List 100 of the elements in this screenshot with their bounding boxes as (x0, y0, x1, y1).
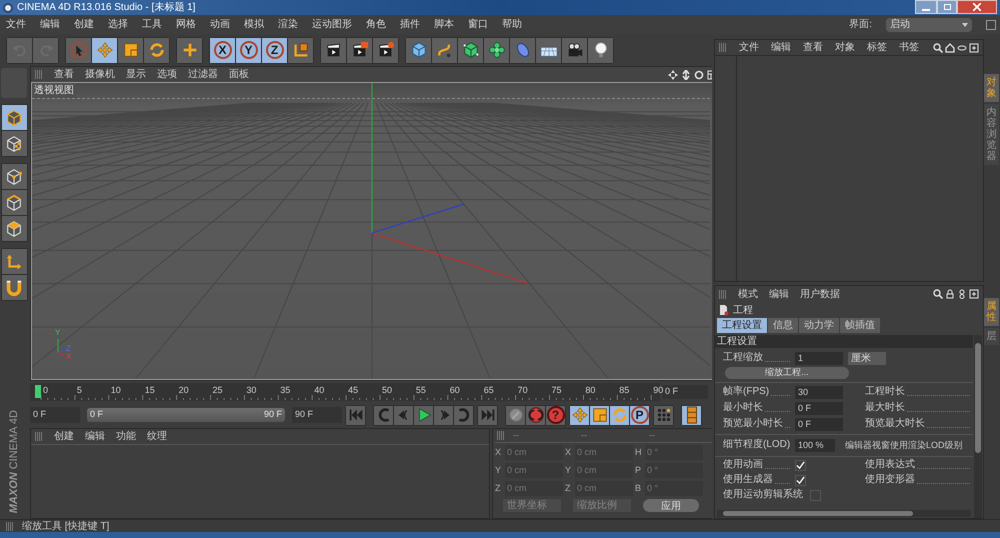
tab[interactable]: 帧插值 (840, 318, 880, 333)
checkbox[interactable] (795, 460, 806, 470)
grip-handle[interactable] (719, 43, 727, 52)
field-label: 使用表达式 (865, 458, 915, 472)
tool-button[interactable] (590, 406, 609, 424)
range-slider[interactable]: 0 F 90 F (87, 408, 285, 422)
tool-button[interactable] (373, 38, 398, 62)
menu-item[interactable]: 编辑 (40, 17, 60, 32)
lock-icon[interactable] (945, 289, 955, 299)
maximize-button[interactable] (937, 0, 957, 14)
checkbox[interactable] (795, 474, 806, 486)
tool-button[interactable]: X (210, 38, 235, 62)
menu-item[interactable]: 对象 (835, 40, 855, 55)
menu-item[interactable]: 文件 (6, 17, 26, 32)
menu-item[interactable]: 编辑 (771, 40, 791, 55)
menu-item[interactable]: 书签 (899, 40, 919, 55)
tool-button[interactable] (347, 38, 372, 62)
menu-item[interactable]: 编辑 (769, 286, 789, 302)
menu-item[interactable]: 动画 (210, 17, 230, 32)
grip-handle[interactable] (35, 70, 43, 79)
menu-item[interactable]: 网格 (176, 17, 196, 32)
menu-item[interactable]: 显示 (126, 67, 146, 82)
menu-item[interactable]: 插件 (400, 17, 420, 32)
value-field[interactable]: 0 F (795, 402, 843, 415)
grip-handle[interactable] (6, 522, 14, 530)
scale-project-button[interactable]: 缩放工程... (725, 367, 849, 379)
tool-button[interactable] (654, 406, 673, 424)
tool-button[interactable] (562, 38, 587, 62)
tab[interactable]: 工程设置 (717, 318, 767, 333)
menu-item[interactable]: 标签 (867, 40, 887, 55)
menu-item[interactable]: 选项 (157, 67, 177, 82)
tool-button[interactable] (321, 38, 346, 62)
menu-item[interactable]: 工具 (142, 17, 162, 32)
menu-item[interactable]: 创建 (54, 429, 74, 444)
value-field[interactable]: 30 (795, 386, 843, 399)
scrollbar-thumb[interactable] (975, 343, 981, 453)
search-icon[interactable] (933, 289, 943, 299)
tick-label: 35 (280, 384, 290, 397)
tick-label: 30 (246, 384, 256, 397)
tool-button[interactable] (414, 406, 433, 424)
menu-item[interactable]: 创建 (74, 17, 94, 32)
menu-item[interactable]: 过滤器 (188, 67, 218, 82)
menu-item[interactable]: 运动图形 (312, 17, 352, 32)
menu-item[interactable]: 渲染 (278, 17, 298, 32)
menu-item[interactable]: 模拟 (244, 17, 264, 32)
menu-item[interactable]: 角色 (366, 17, 386, 32)
value-field[interactable]: 100 % (795, 439, 835, 452)
home-icon[interactable] (945, 42, 955, 52)
tool-button[interactable] (610, 406, 629, 424)
menu-item[interactable]: 功能 (116, 429, 136, 444)
menu-item[interactable]: 模式 (738, 286, 758, 302)
tool-button[interactable] (506, 406, 525, 424)
layout-dropdown[interactable]: 启动 (886, 18, 972, 32)
minimize-button[interactable] (915, 0, 937, 14)
grip-handle[interactable] (719, 290, 727, 298)
menu-item[interactable]: 窗口 (468, 17, 488, 32)
tool-button[interactable]: P (630, 406, 649, 424)
field-label: 工程时长 (865, 384, 905, 399)
unit-dropdown[interactable]: 厘米 (848, 352, 886, 365)
apply-button[interactable]: 应用 (643, 499, 699, 512)
value-field[interactable]: 1 (795, 352, 843, 365)
scrollbar[interactable] (974, 335, 982, 518)
menu-item[interactable]: 纹理 (147, 429, 167, 444)
tool-button[interactable]: Z (262, 38, 287, 62)
menu-item[interactable]: 脚本 (434, 17, 454, 32)
orbit-icon[interactable] (694, 70, 704, 80)
zoom-icon[interactable] (681, 70, 691, 80)
horizontal-scrollbar[interactable] (717, 510, 971, 517)
tool-button[interactable] (570, 406, 589, 424)
tick-label: 65 (484, 384, 494, 397)
menu-item[interactable]: 摄像机 (85, 67, 115, 82)
new-panel-icon[interactable] (969, 289, 979, 299)
pan-icon[interactable] (668, 70, 678, 80)
grip-handle[interactable] (35, 432, 43, 441)
search-icon[interactable] (933, 42, 943, 52)
menu-item[interactable]: 编辑 (85, 429, 105, 444)
column-header: -- (513, 429, 520, 442)
menu-item[interactable]: 面板 (229, 67, 249, 82)
tab[interactable]: 动力学 (799, 318, 839, 333)
tool-button[interactable] (432, 38, 457, 62)
menu-item[interactable]: 查看 (803, 40, 823, 55)
link-icon[interactable] (957, 289, 967, 299)
menu-item[interactable]: 文件 (739, 40, 759, 55)
grip-handle[interactable] (497, 431, 505, 440)
value-field[interactable]: 0 F (795, 418, 843, 431)
new-panel-icon[interactable] (969, 42, 979, 52)
tool-button[interactable] (682, 406, 701, 424)
menu-item[interactable]: 用户数据 (800, 286, 840, 302)
tool-button[interactable]: Y (236, 38, 261, 62)
side-tab[interactable]: 层 (984, 328, 999, 345)
menu-item[interactable]: 查看 (54, 67, 74, 82)
eye-icon[interactable] (957, 42, 967, 52)
close-button[interactable] (957, 0, 997, 14)
frame-field[interactable]: 0 F (30, 407, 80, 423)
frame-field[interactable]: 0 F (662, 385, 708, 399)
frame-field[interactable]: 90 F (292, 407, 342, 423)
tab[interactable]: 信息 (768, 318, 798, 333)
scrollbar-thumb[interactable] (723, 511, 913, 516)
menu-item[interactable]: 选择 (108, 17, 128, 32)
menu-item[interactable]: 帮助 (502, 17, 522, 32)
